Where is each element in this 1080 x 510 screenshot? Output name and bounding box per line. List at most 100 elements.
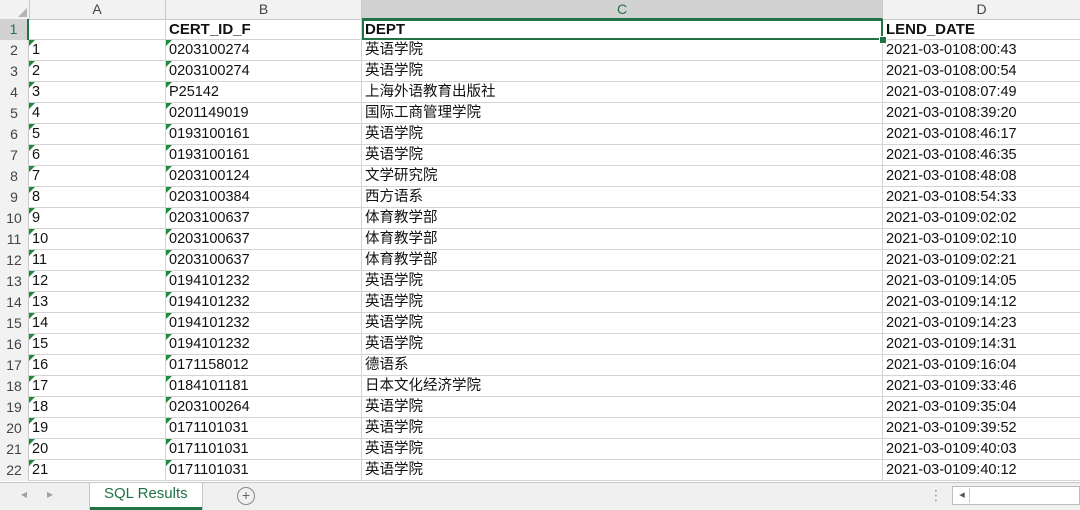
cell-b[interactable]: 0194101232: [166, 292, 362, 313]
row-header[interactable]: 18: [0, 376, 29, 397]
cell-a[interactable]: 4: [29, 103, 166, 124]
scroll-left-arrow-icon[interactable]: ◂: [955, 488, 970, 503]
cell-c[interactable]: 英语学院: [362, 460, 883, 481]
cell-c[interactable]: 英语学院: [362, 61, 883, 82]
row-header[interactable]: 21: [0, 439, 29, 460]
row-header[interactable]: 13: [0, 271, 29, 292]
cell-d[interactable]: 2021-03-0109:14:23: [883, 313, 1080, 334]
cell-a[interactable]: 5: [29, 124, 166, 145]
cell-c[interactable]: 体育教学部: [362, 208, 883, 229]
row-header[interactable]: 3: [0, 61, 29, 82]
cell-d[interactable]: 2021-03-0108:00:54: [883, 61, 1080, 82]
add-sheet-icon[interactable]: +: [237, 487, 255, 505]
column-header-b[interactable]: B: [166, 0, 362, 19]
cell-a[interactable]: 10: [29, 229, 166, 250]
row-header[interactable]: 8: [0, 166, 29, 187]
cell-b[interactable]: 0203100637: [166, 229, 362, 250]
cell-b[interactable]: 0193100161: [166, 124, 362, 145]
row-header[interactable]: 19: [0, 397, 29, 418]
column-header-c[interactable]: C: [362, 0, 883, 20]
cell-d[interactable]: 2021-03-0109:14:31: [883, 334, 1080, 355]
cell-c[interactable]: 英语学院: [362, 292, 883, 313]
cell-d[interactable]: 2021-03-0108:00:43: [883, 40, 1080, 61]
row-header[interactable]: 12: [0, 250, 29, 271]
cell-d[interactable]: 2021-03-0108:48:08: [883, 166, 1080, 187]
row-header[interactable]: 17: [0, 355, 29, 376]
cell-a[interactable]: 15: [29, 334, 166, 355]
cell-d[interactable]: 2021-03-0109:14:12: [883, 292, 1080, 313]
row-header[interactable]: 9: [0, 187, 29, 208]
sheet-tab-sql-results[interactable]: SQL Results: [90, 483, 202, 510]
cell-a[interactable]: 2: [29, 61, 166, 82]
cell-d[interactable]: 2021-03-0109:14:05: [883, 271, 1080, 292]
row-header[interactable]: 15: [0, 313, 29, 334]
cell-c[interactable]: 文学研究院: [362, 166, 883, 187]
tab-scroll-left-icon[interactable]: ◂: [14, 487, 34, 501]
cell-a[interactable]: 19: [29, 418, 166, 439]
cell-b[interactable]: 0194101232: [166, 313, 362, 334]
cell-a[interactable]: 14: [29, 313, 166, 334]
cell-d[interactable]: 2021-03-0109:02:10: [883, 229, 1080, 250]
row-header[interactable]: 11: [0, 229, 29, 250]
row-header[interactable]: 22: [0, 460, 29, 481]
cell-a[interactable]: 3: [29, 82, 166, 103]
cell-c[interactable]: 英语学院: [362, 124, 883, 145]
row-header[interactable]: 5: [0, 103, 29, 124]
cell-c[interactable]: 英语学院: [362, 145, 883, 166]
row-header[interactable]: 1: [0, 19, 29, 40]
cell-d[interactable]: 2021-03-0108:54:33: [883, 187, 1080, 208]
row-header[interactable]: 6: [0, 124, 29, 145]
cell-a[interactable]: 1: [29, 40, 166, 61]
cell-a[interactable]: 8: [29, 187, 166, 208]
cell-c[interactable]: 英语学院: [362, 313, 883, 334]
cell-c[interactable]: 体育教学部: [362, 250, 883, 271]
cell-d[interactable]: 2021-03-0109:02:21: [883, 250, 1080, 271]
cell-c[interactable]: 体育教学部: [362, 229, 883, 250]
cell-a[interactable]: 13: [29, 292, 166, 313]
cell-b[interactable]: 0203100637: [166, 250, 362, 271]
column-header-d[interactable]: D: [883, 0, 1080, 19]
cell-a[interactable]: 21: [29, 460, 166, 481]
cell-b[interactable]: 0203100637: [166, 208, 362, 229]
column-header-a[interactable]: A: [29, 0, 166, 19]
cell-b[interactable]: 0203100274: [166, 61, 362, 82]
spreadsheet-grid[interactable]: A B C D 1 CERT_ID_F DEPT LEND_DATE 2 1 020…: [0, 0, 1080, 482]
row-header[interactable]: 14: [0, 292, 29, 313]
cell-a[interactable]: 12: [29, 271, 166, 292]
cell-d[interactable]: 2021-03-0109:16:04: [883, 355, 1080, 376]
row-header[interactable]: 7: [0, 145, 29, 166]
cell-d[interactable]: 2021-03-0109:40:03: [883, 439, 1080, 460]
cell-a[interactable]: 17: [29, 376, 166, 397]
horizontal-scrollbar[interactable]: ◂: [952, 486, 1080, 505]
split-handle-icon[interactable]: ⋮: [929, 487, 943, 504]
cell-a[interactable]: 20: [29, 439, 166, 460]
cell-b[interactable]: 0194101232: [166, 334, 362, 355]
cell-b[interactable]: 0193100161: [166, 145, 362, 166]
row-header[interactable]: 20: [0, 418, 29, 439]
cell-d[interactable]: 2021-03-0108:46:35: [883, 145, 1080, 166]
cell-b[interactable]: 0201149019: [166, 103, 362, 124]
cell-c[interactable]: 日本文化经济学院: [362, 376, 883, 397]
cell-c[interactable]: 西方语系: [362, 187, 883, 208]
row-header[interactable]: 2: [0, 40, 29, 61]
cell-a[interactable]: 11: [29, 250, 166, 271]
cell-a[interactable]: 18: [29, 397, 166, 418]
cell-c[interactable]: 英语学院: [362, 40, 883, 61]
cell-b[interactable]: 0171158012: [166, 355, 362, 376]
cell-a[interactable]: 6: [29, 145, 166, 166]
cell-b[interactable]: 0184101181: [166, 376, 362, 397]
cell-b[interactable]: 0171101031: [166, 460, 362, 481]
cell-c[interactable]: 德语系: [362, 355, 883, 376]
cell-c[interactable]: 国际工商管理学院: [362, 103, 883, 124]
cell-d[interactable]: 2021-03-0108:39:20: [883, 103, 1080, 124]
tab-scroll-right-icon[interactable]: ▸: [40, 487, 60, 501]
fill-handle[interactable]: [879, 36, 887, 44]
cell-b[interactable]: 0203100264: [166, 397, 362, 418]
cell-c[interactable]: 英语学院: [362, 397, 883, 418]
cell-b[interactable]: 0171101031: [166, 439, 362, 460]
cell-b[interactable]: 0194101232: [166, 271, 362, 292]
cell-c[interactable]: 英语学院: [362, 439, 883, 460]
cell-d[interactable]: 2021-03-0109:33:46: [883, 376, 1080, 397]
row-header[interactable]: 4: [0, 82, 29, 103]
cell-b1[interactable]: CERT_ID_F: [166, 19, 362, 40]
